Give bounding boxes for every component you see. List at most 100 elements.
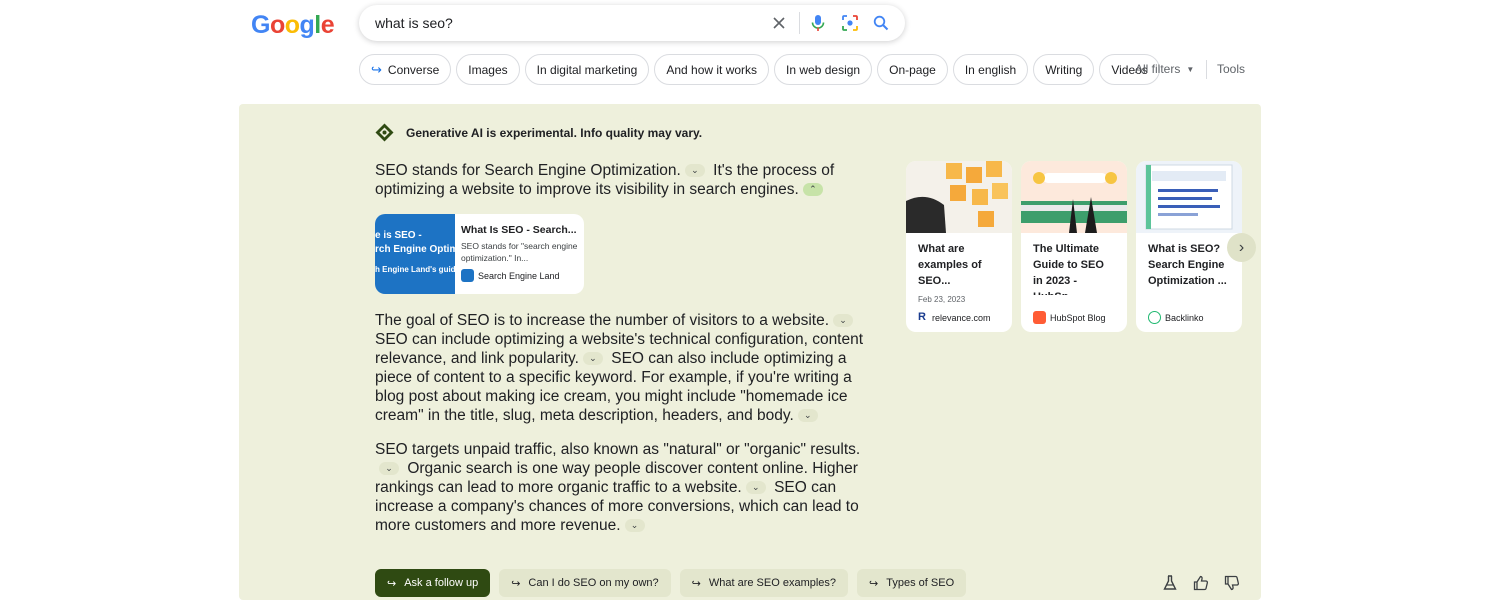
disclaimer-text: Generative AI is experimental. Info qual… — [406, 125, 703, 140]
follow-up-arrow-icon: ↪ — [371, 61, 382, 77]
chip-label: Writing — [1045, 62, 1083, 77]
thumbs-down-icon[interactable] — [1223, 574, 1241, 592]
logo-letter: o — [284, 11, 300, 39]
chevron-down-icon: ⌄ — [589, 353, 597, 364]
chip-label: In web design — [786, 62, 861, 77]
hubspot-favicon — [1033, 311, 1046, 324]
chip-in-digital-marketing[interactable]: In digital marketing — [524, 54, 650, 85]
expand-source-button[interactable]: ⌄ — [797, 409, 818, 423]
chevron-down-icon: ⌄ — [385, 463, 393, 474]
source-site: Search Engine Land — [461, 269, 578, 282]
flask-icon[interactable] — [1161, 574, 1179, 592]
card-site-name: HubSpot Blog — [1050, 312, 1106, 323]
thumb-line: rch Engine Optimizatio — [375, 244, 455, 255]
thumbs-up-icon[interactable] — [1192, 574, 1210, 592]
chevron-down-icon: ⌄ — [751, 482, 760, 493]
chevron-down-icon: ⌄ — [839, 315, 847, 326]
ask-follow-up-button[interactable]: ↪ Ask a follow up — [375, 569, 491, 597]
expand-source-button[interactable]: ⌄ — [833, 314, 854, 328]
chevron-right-icon: › — [1238, 238, 1245, 256]
follow-up-label: Types of SEO — [886, 577, 955, 589]
chip-label: Images — [468, 62, 508, 77]
follow-up-arrow-icon: ↪ — [511, 577, 521, 590]
expand-source-button[interactable]: ⌄ — [745, 481, 766, 495]
chip-label: In digital marketing — [536, 62, 638, 77]
chip-converse[interactable]: ↪ Converse — [359, 54, 452, 85]
microphone-icon[interactable] — [808, 13, 828, 33]
filter-chips: ↪ Converse Images In digital marketing A… — [359, 54, 1160, 86]
chevron-down-icon: ⌄ — [691, 165, 699, 176]
ai-overview-panel: Generative AI is experimental. Info qual… — [239, 104, 1261, 600]
search-icon[interactable] — [871, 13, 891, 33]
chip-label: Converse — [387, 62, 440, 77]
expand-source-button[interactable]: ⌄ — [624, 519, 645, 533]
chevron-down-icon: ⌄ — [630, 520, 639, 531]
next-cards-button[interactable]: › — [1227, 233, 1256, 262]
chip-and-how-it-works[interactable]: And how it works — [654, 54, 770, 85]
chevron-up-icon: ⌃ — [809, 184, 817, 195]
answer-sentence: SEO stands for Search Engine Optimizatio… — [375, 162, 681, 179]
tools-button[interactable]: Tools — [1217, 62, 1245, 76]
source-thumbnail: e is SEO - rch Engine Optimizatio h Engi… — [375, 214, 455, 294]
answer-paragraph-3: SEO targets unpaid traffic, also known a… — [375, 440, 879, 535]
card-site-name: Backlinko — [1165, 312, 1204, 323]
all-filters-label: All filters — [1135, 62, 1181, 76]
chevron-down-icon: ⌄ — [804, 410, 812, 421]
chip-writing[interactable]: Writing — [1033, 54, 1095, 85]
chip-images[interactable]: Images — [456, 54, 520, 85]
chip-in-web-design[interactable]: In web design — [774, 54, 873, 85]
source-title: What Is SEO - Search... — [461, 224, 577, 236]
answer-sentence: The goal of SEO is to increase the numbe… — [375, 312, 830, 329]
card-title: What are examples of SEO... — [918, 243, 982, 287]
chip-in-english[interactable]: In english — [952, 54, 1029, 85]
follow-up-arrow-icon: ↪ — [869, 577, 879, 590]
google-logo[interactable]: Google — [251, 11, 335, 40]
thumb-line: e is SEO - — [375, 230, 422, 241]
source-site-name: Search Engine Land — [478, 270, 560, 281]
follow-up-label: Ask a follow up — [404, 577, 479, 589]
all-filters-button[interactable]: All filters ▼ — [1135, 62, 1194, 76]
logo-letter: G — [251, 11, 270, 39]
expand-source-button[interactable]: ⌄ — [582, 352, 603, 366]
ai-disclaimer: Generative AI is experimental. Info qual… — [375, 123, 702, 142]
follow-up-suggestion[interactable]: ↪ Can I do SEO on my own? — [499, 569, 671, 597]
result-card[interactable]: What are examples of SEO... Feb 23, 2023… — [906, 161, 1012, 332]
source-card[interactable]: e is SEO - rch Engine Optimizatio h Engi… — [375, 214, 584, 294]
result-cards: What are examples of SEO... Feb 23, 2023… — [906, 161, 1242, 332]
card-site-name: relevance.com — [932, 312, 991, 323]
card-site: HubSpot Blog — [1033, 311, 1106, 324]
result-card[interactable]: The Ultimate Guide to SEO in 2023 - HubS… — [1021, 161, 1127, 332]
source-body: What Is SEO - Search... SEO stands for "… — [455, 214, 584, 294]
answer-paragraph-2: The goal of SEO is to increase the numbe… — [375, 311, 879, 425]
card-title: The Ultimate Guide to SEO in 2023 - HubS… — [1033, 243, 1104, 295]
follow-up-suggestion[interactable]: ↪ What are SEO examples? — [679, 569, 849, 597]
card-site: R relevance.com — [918, 311, 991, 324]
card-date: Feb 23, 2023 — [918, 295, 966, 304]
generative-ai-icon — [375, 123, 394, 142]
backlinko-diagram-image — [1136, 161, 1242, 233]
backlinko-favicon — [1148, 311, 1161, 324]
close-icon[interactable] — [769, 13, 789, 33]
relevance-favicon: R — [918, 311, 928, 324]
card-title: What is SEO? Search Engine Optimization … — [1148, 243, 1227, 287]
collapse-source-button[interactable]: ⌃ — [802, 183, 823, 197]
caret-down-icon: ▼ — [1186, 64, 1195, 74]
source-snippet: SEO stands for "search engine optimizati… — [461, 241, 578, 263]
lens-icon[interactable] — [840, 13, 860, 33]
chip-label: And how it works — [666, 62, 758, 77]
follow-up-label: What are SEO examples? — [708, 577, 837, 589]
logo-letter: g — [299, 11, 315, 39]
search-box — [359, 5, 905, 41]
expand-source-button[interactable]: ⌄ — [379, 462, 399, 476]
chip-on-page[interactable]: On-page — [877, 54, 948, 85]
expand-source-button[interactable]: ⌄ — [684, 164, 705, 178]
sticky-notes-image — [906, 161, 1012, 233]
logo-letter: o — [269, 11, 285, 39]
search-input[interactable] — [375, 5, 755, 41]
chip-label: On-page — [889, 62, 936, 77]
follow-up-arrow-icon: ↪ — [387, 577, 397, 590]
follow-up-suggestion[interactable]: ↪ Types of SEO — [857, 569, 967, 597]
follow-up-arrow-icon: ↪ — [691, 577, 701, 590]
answer-sentence: SEO targets unpaid traffic, also known a… — [375, 441, 861, 458]
answer-paragraph-1: SEO stands for Search Engine Optimizatio… — [375, 161, 879, 199]
